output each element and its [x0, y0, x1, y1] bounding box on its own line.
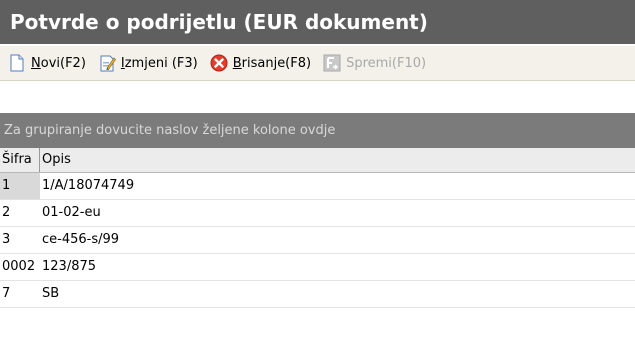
delete-button[interactable]: Brisanje(F8): [210, 54, 311, 72]
cell-opis: 123/875: [42, 259, 97, 274]
new-button[interactable]: Novi(F2): [8, 54, 86, 72]
window-title: Potvrde o podrijetlu (EUR dokument): [0, 0, 635, 44]
toolbar: Novi(F2) Izmjeni (F3) Brisanje(F8) Sprem…: [0, 46, 635, 81]
table-header: Šifra Opis: [0, 148, 635, 173]
new-document-icon: [10, 54, 24, 72]
edit-button-label: Izmjeni (F3): [120, 55, 198, 71]
table-row[interactable]: 1 1/A/18074749: [0, 173, 635, 200]
column-header-opis[interactable]: Opis: [40, 148, 635, 172]
save-icon: [323, 54, 341, 72]
new-button-label: Novi(F2): [31, 55, 86, 71]
delete-button-label: Brisanje(F8): [232, 55, 312, 71]
cell-sifra: 7: [2, 286, 11, 301]
edit-button[interactable]: Izmjeni (F3): [98, 54, 198, 72]
delete-icon: [210, 54, 228, 72]
table-row[interactable]: 7 SB: [0, 281, 635, 308]
table-row[interactable]: 0002 123/875: [0, 254, 635, 281]
cell-opis: SB: [42, 286, 60, 301]
cell-sifra: 2: [2, 205, 11, 220]
edit-document-icon: [100, 55, 116, 72]
table-body: 1 1/A/18074749 2 01-02-eu 3 ce-456-s/99 …: [0, 173, 635, 308]
cell-opis: 01-02-eu: [42, 205, 101, 220]
group-by-panel[interactable]: Za grupiranje dovucite naslov željene ko…: [0, 113, 635, 148]
save-button-label: Spremi(F10): [346, 55, 427, 71]
column-header-sifra[interactable]: Šifra: [0, 148, 40, 172]
table-row[interactable]: 2 01-02-eu: [0, 200, 635, 227]
cell-sifra: 0002: [2, 259, 36, 274]
save-button[interactable]: Spremi(F10): [323, 54, 426, 72]
cell-sifra: 1: [0, 173, 40, 199]
cell-sifra: 3: [2, 232, 11, 247]
cell-opis: 1/A/18074749: [42, 178, 135, 193]
table-row[interactable]: 3 ce-456-s/99: [0, 227, 635, 254]
cell-opis: ce-456-s/99: [42, 232, 120, 247]
